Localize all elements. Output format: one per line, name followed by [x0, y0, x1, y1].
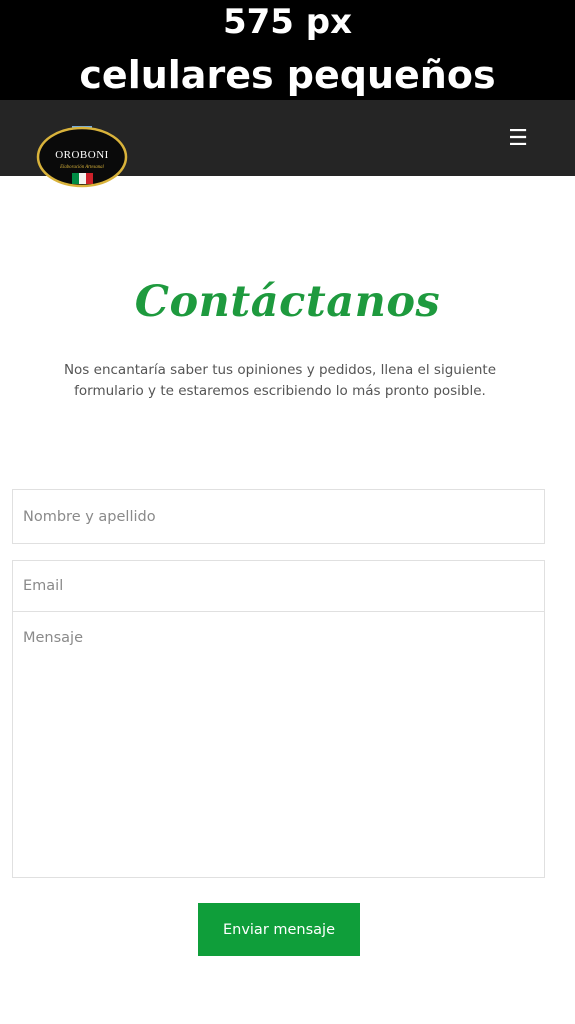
annotation-banner: 575 px celulares pequeños	[0, 0, 575, 100]
intro-text: Nos encantaría saber tus opiniones y ped…	[63, 362, 497, 399]
message-textarea[interactable]	[12, 611, 545, 878]
name-input[interactable]	[12, 489, 545, 544]
hamburger-menu-icon[interactable]: ☰	[503, 124, 533, 154]
page-title: Contáctanos	[134, 277, 441, 327]
email-input[interactable]	[12, 560, 545, 612]
banner-device-label: celulares pequeños	[79, 53, 496, 97]
logo-brand-text: OROBONI	[55, 149, 109, 161]
logo-tagline-text: Elaboración Artesanal	[59, 165, 104, 170]
banner-size-label: 575 px	[222, 2, 353, 42]
send-message-button[interactable]: Enviar mensaje	[198, 903, 360, 956]
oroboni-logo[interactable]: OROBONI Elaboración Artesanal	[36, 126, 128, 188]
